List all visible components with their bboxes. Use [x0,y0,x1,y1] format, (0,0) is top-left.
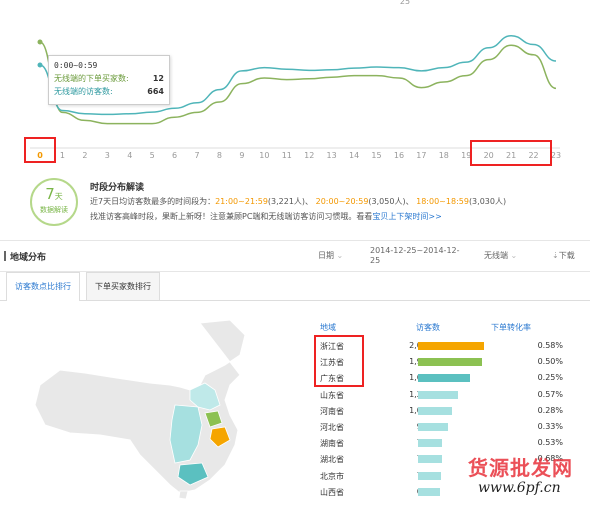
x-tick-label: 6 [172,151,177,160]
col-header-region: 地域 [320,323,336,332]
row-conversion: 0.28% [537,405,563,415]
row-province: 河北省 [320,423,344,432]
tooltip-buyers-value: 12 [152,74,164,83]
x-tick-label: 16 [394,151,404,160]
x-tick-label: 15 [371,151,381,160]
row-conversion: 0.50% [537,357,563,367]
badge-unit: 天 [54,192,63,201]
x-tick-label: 3 [105,151,110,160]
terminal-dropdown[interactable]: 无线端 ⌄ [484,250,517,261]
x-tick-label: 10 [259,151,269,160]
tooltip-buyers-label: 无线端的下单买家数: [54,74,129,83]
highlight-box-top3-provinces [314,335,364,387]
row-visitor-bar [418,487,441,496]
peak-slot-2-count: (3,050人)、 [368,197,414,206]
tooltip-visitors-label: 无线端的访客数: [54,87,113,96]
highlight-box-hours-20-22 [470,140,552,166]
x-tick-label: 1 [60,151,65,160]
row-province: 山东省 [320,390,344,400]
row-conversion: 0.58% [537,341,563,350]
row-province: 湖北省 [320,455,344,465]
x-tick-label: 7 [194,151,199,160]
row-province: 湖南省 [320,439,344,449]
watermark-chinese: 货源批发网 [468,456,573,480]
table-row: 湖南省7550.53% [318,435,588,451]
table-row: 河北省9200.33% [318,419,588,435]
row-visitor-bar [418,374,470,383]
chevron-down-icon: ⌄ [510,251,518,260]
region-section-header: 地域分布 日期 ⌄ 2014-12-25~2014-12- 25 无线端 ⌄ ⇣… [0,240,590,272]
badge-subtitle: 数据解读 [40,206,68,214]
peak-slot-2: 20:00~20:59 [315,197,369,206]
download-button[interactable]: ⇣下载 [552,250,575,261]
row-visitor-bar [418,471,442,480]
series-point-hour-0 [37,39,43,45]
row-visitor-bar [418,390,458,399]
tab-buyer-ranking[interactable]: 下单买家数排行 [86,272,160,300]
interp-advice: 找准访客高峰时段，果断上新呀！注意兼顾PC端和无线端访客访问习惯哦。看看 [90,212,373,221]
download-icon: ⇣ [552,251,559,260]
map-region-hainan [178,490,189,500]
x-tick-label: 11 [282,151,292,160]
terminal-label: 无线端 [484,251,508,260]
col-header-visitors: 访客数 [416,323,440,332]
row-visitor-bar [418,423,448,431]
row-province: 北京市 [320,471,344,481]
row-conversion: 0.25% [537,373,563,383]
china-heat-map [34,319,246,500]
x-tick-label: 17 [416,151,426,160]
row-conversion: 0.57% [537,389,563,399]
watermark-url: www.6pf.cn [478,480,561,496]
table-row: 山东省1,2320.57% [318,387,588,403]
seven-day-badge: 7天 数据解读 [30,178,78,226]
date-dropdown[interactable]: 日期 ⌄ [318,250,343,261]
x-tick-label: 12 [304,151,314,160]
section-title: 地域分布 [3,250,46,263]
col-header-conversion: 下单转化率 [491,323,531,332]
table-row: 河南省1,0590.28% [318,403,588,419]
interpretation-line-2: 找准访客高峰时段，果断上新呀！注意兼顾PC端和无线端访客访问习惯哦。看看宝贝上下… [90,211,442,222]
x-tick-label: 18 [439,151,449,160]
interp-prefix: 近7天日均访客数最多的时间段为： [90,197,216,206]
row-conversion: 0.53% [537,438,563,448]
row-visitor-bar [418,439,443,448]
row-conversion: 0.33% [537,422,563,431]
interpretation-line-1: 近7天日均访客数最多的时间段为：21:00~21:59(3,221人)、 20:… [90,196,506,207]
x-tick-label: 8 [217,151,222,160]
interpretation-title: 时段分布解读 [90,183,145,193]
date-range-picker[interactable]: 2014-12-25~2014-12- 25 [370,246,460,266]
tab-visitor-ranking[interactable]: 访客数点比排行 [6,272,80,301]
highlight-box-hour-0 [24,137,56,163]
x-tick-label: 5 [150,151,155,160]
x-tick-label: 4 [127,151,132,160]
date-range-line-2: 25 [370,256,381,265]
row-visitor-bar [418,358,482,367]
x-tick-label: 2 [82,151,87,160]
chevron-down-icon: ⌄ [336,251,344,260]
peak-slot-1: 21:00~21:59 [215,197,268,206]
date-label: 日期 [318,251,334,260]
peak-slot-1-count: (3,221人)、 [267,197,314,206]
tooltip-visitors-value: 664 [147,87,164,96]
peak-slot-3-count: (3,030人) [468,197,507,206]
row-visitor-bar [418,406,452,415]
region-tabs: 访客数点比排行 下单买家数排行 [0,272,590,301]
row-visitor-bar [418,342,484,350]
tooltip-time: 0:00~0:59 [54,61,98,70]
x-label-top-partial: 25 [400,0,410,6]
chart-tooltip: 0:00~0:59 无线端的下单买家数: 12 无线端的访客数: 664 [48,55,170,105]
x-tick-label: 14 [349,151,359,160]
row-province: 河南省 [320,406,344,416]
row-province: 山西省 [320,487,344,497]
download-label: 下载 [558,251,575,260]
series-point-hour-0 [37,62,43,68]
x-tick-label: 9 [239,151,244,160]
row-visitor-bar [418,455,442,464]
listing-time-link[interactable]: 宝贝上下架时间>> [372,212,441,221]
x-tick-label: 23 [551,151,561,160]
date-range-line-1: 2014-12-25~2014-12- [370,246,460,255]
x-tick-label: 13 [327,151,337,160]
badge-number: 7 [45,185,55,203]
peak-slot-3: 18:00~18:59 [416,197,469,206]
